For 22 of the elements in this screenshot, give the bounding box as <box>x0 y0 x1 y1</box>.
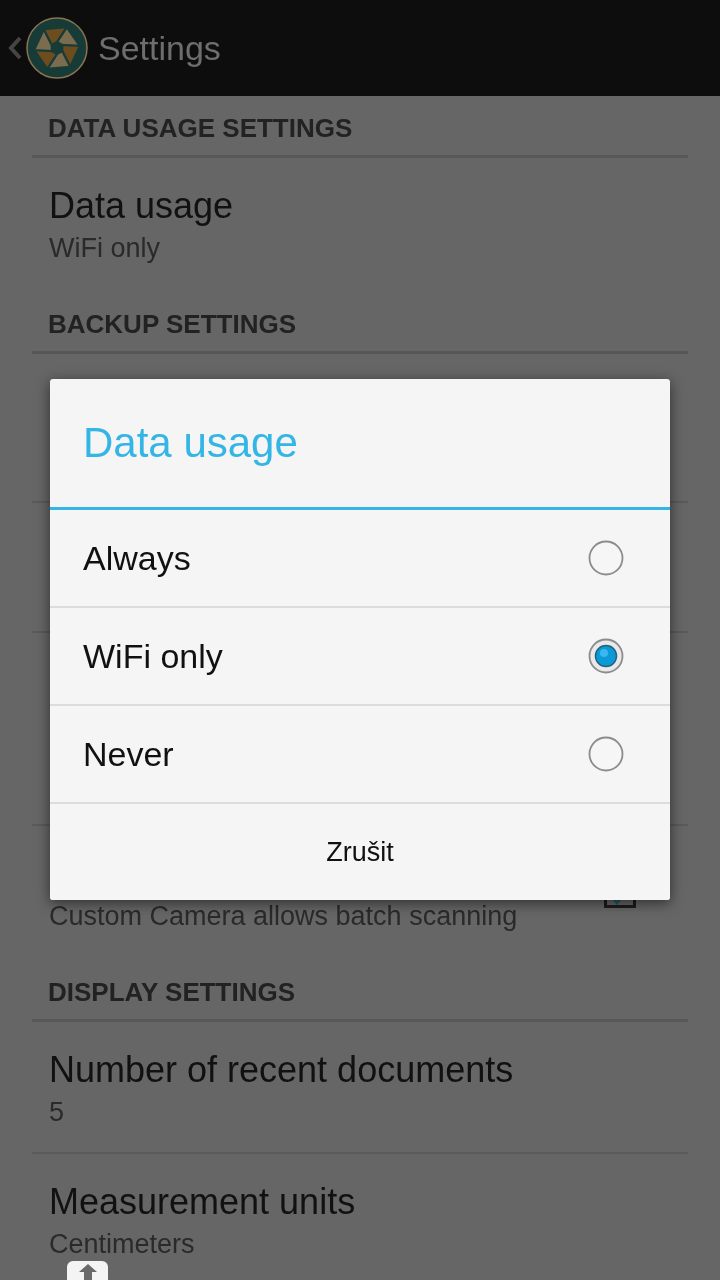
dialog-title: Data usage <box>83 419 298 467</box>
section-header: DISPLAY SETTINGS <box>48 977 296 1007</box>
scroll-up-button[interactable] <box>67 1261 108 1280</box>
setting-title: Measurement units <box>49 1182 357 1222</box>
radio-icon[interactable] <box>588 540 624 576</box>
setting-title: Number of recent documents <box>49 1050 515 1090</box>
action-bar-title: Settings <box>98 28 221 68</box>
back-icon[interactable] <box>8 36 22 60</box>
cancel-button[interactable]: Zrušit <box>50 804 670 900</box>
setting-summary: WiFi only <box>49 235 161 261</box>
setting-summary: Custom Camera allows batch scanning <box>49 903 519 929</box>
radio-icon[interactable] <box>588 736 624 772</box>
section-header: DATA USAGE SETTINGS <box>48 113 353 143</box>
up-arrow-icon <box>78 1264 97 1280</box>
setting-title: Data usage <box>49 186 235 226</box>
setting-summary: 5 <box>49 1099 66 1125</box>
radio-icon[interactable] <box>588 638 624 674</box>
option-item[interactable]: WiFi only <box>50 608 670 706</box>
setting-summary: Centimeters <box>49 1231 196 1257</box>
aperture-icon <box>26 17 88 79</box>
option-item[interactable]: Always <box>50 510 670 608</box>
section-header: BACKUP SETTINGS <box>48 309 296 339</box>
